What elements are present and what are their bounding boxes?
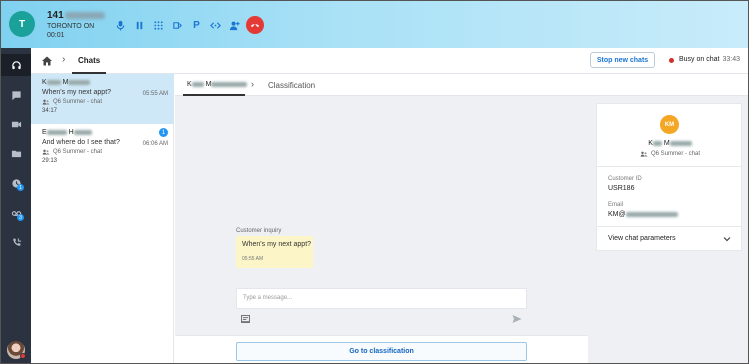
group-icon	[640, 151, 648, 157]
headset-icon[interactable]	[1, 54, 31, 76]
status-timer: 33:43	[722, 56, 740, 63]
tab-chevron-icon: ›	[251, 79, 254, 89]
divider	[597, 226, 741, 227]
email-value: KM@	[608, 211, 678, 218]
chat-duration: 29:13	[42, 158, 58, 164]
conversation-pane: Customer inquiry When's my next appt? 05…	[175, 96, 588, 363]
call-controls: P	[111, 16, 264, 34]
tab-classification[interactable]: Classification	[268, 81, 315, 90]
conversation-footer: Go to classification	[175, 335, 588, 363]
status-dot	[669, 58, 674, 63]
message-bubble: When's my next appt? 05:55 AM	[236, 236, 313, 268]
customer-channel: Q6 Summer - chat	[597, 151, 743, 157]
group-icon	[42, 149, 50, 155]
redacted-name	[211, 81, 248, 87]
tab-contact[interactable]: K M	[187, 81, 248, 88]
chat-list-item[interactable]: E H 1 06:06 AM And where do I see that? …	[31, 124, 174, 174]
voicemail-badge: 3	[17, 214, 24, 221]
chat-time: 05:55 AM	[142, 91, 168, 97]
chat-contact-name: K M	[42, 79, 174, 86]
redacted-name	[68, 79, 91, 85]
customer-id-value: USR186	[608, 185, 635, 192]
chat-contact-name: E H	[42, 129, 174, 136]
park-icon[interactable]: P	[187, 16, 206, 34]
microphone-icon[interactable]	[111, 16, 130, 34]
message-time: 05:55 AM	[242, 256, 264, 262]
divider	[597, 166, 741, 167]
hangup-icon[interactable]	[246, 16, 264, 34]
redacted-name	[46, 129, 67, 135]
go-to-classification-button[interactable]: Go to classification	[236, 342, 527, 361]
customer-id-label: Customer ID	[608, 176, 642, 182]
callback-icon[interactable]	[1, 231, 31, 253]
send-icon[interactable]	[512, 314, 522, 324]
chat-icon[interactable]	[1, 84, 31, 106]
unread-badge: 1	[159, 128, 168, 137]
customer-inquiry-label: Customer inquiry	[236, 228, 282, 234]
agent-status: Busy on chat 33:43	[679, 56, 740, 63]
caller-avatar: T	[9, 11, 35, 37]
left-nav: 1 3	[1, 48, 31, 363]
chat-list: K M 05:55 AM When's my next appt? Q6 Sum…	[31, 74, 174, 363]
chat-channel: Q6 Summer - chat	[42, 149, 174, 155]
customer-name: K M	[597, 140, 743, 147]
history-badge: 1	[17, 184, 24, 191]
stop-new-chats-button[interactable]: Stop new chats	[590, 52, 655, 68]
chat-time: 06:06 AM	[142, 141, 168, 147]
voicemail-icon[interactable]: 3	[1, 202, 31, 224]
view-chat-parameters[interactable]: View chat parameters	[608, 235, 676, 242]
redacted-name	[669, 140, 692, 146]
folder-icon[interactable]	[1, 142, 31, 164]
canned-response-icon[interactable]	[241, 315, 250, 323]
pause-icon[interactable]	[130, 16, 149, 34]
redacted-name	[191, 81, 204, 87]
page-header: › Chats Stop new chats Busy on chat 33:43	[31, 48, 748, 74]
conference-icon[interactable]	[206, 16, 225, 34]
transfer-icon[interactable]	[168, 16, 187, 34]
caller-number: 141	[47, 10, 105, 21]
chat-channel: Q6 Summer - chat	[42, 99, 174, 105]
history-icon[interactable]: 1	[1, 172, 31, 194]
email-label: Email	[608, 202, 624, 208]
message-text: When's my next appt?	[242, 241, 312, 248]
conversation-tabs: K M › Classification	[175, 74, 748, 96]
add-participant-icon[interactable]	[225, 16, 244, 34]
agent-status-dot	[20, 353, 26, 359]
chevron-down-icon[interactable]	[723, 235, 731, 243]
redacted-name	[46, 79, 61, 85]
customer-avatar: KM	[660, 115, 679, 134]
customer-card: KM K M Q6 Summer - chat Customer ID USR1…	[596, 103, 742, 251]
breadcrumb-chats[interactable]: Chats	[78, 56, 100, 65]
group-icon	[42, 99, 50, 105]
dialpad-icon[interactable]	[149, 16, 168, 34]
redacted-number	[64, 11, 105, 19]
breadcrumb-chevron-icon: ›	[62, 54, 66, 65]
redacted-name	[73, 129, 92, 135]
home-icon[interactable]	[41, 55, 53, 67]
redacted-name	[652, 140, 662, 146]
call-duration: 00:01	[47, 32, 65, 39]
chat-list-item[interactable]: K M 05:55 AM When's my next appt? Q6 Sum…	[31, 74, 174, 124]
call-bar: T 141 TORONTO ON 00:01 P	[1, 1, 748, 48]
chat-duration: 34:17	[42, 108, 58, 114]
redacted-email	[625, 211, 678, 217]
video-icon[interactable]	[1, 113, 31, 135]
message-input[interactable]: Type a message...	[236, 288, 527, 309]
caller-location: TORONTO ON	[47, 23, 95, 30]
